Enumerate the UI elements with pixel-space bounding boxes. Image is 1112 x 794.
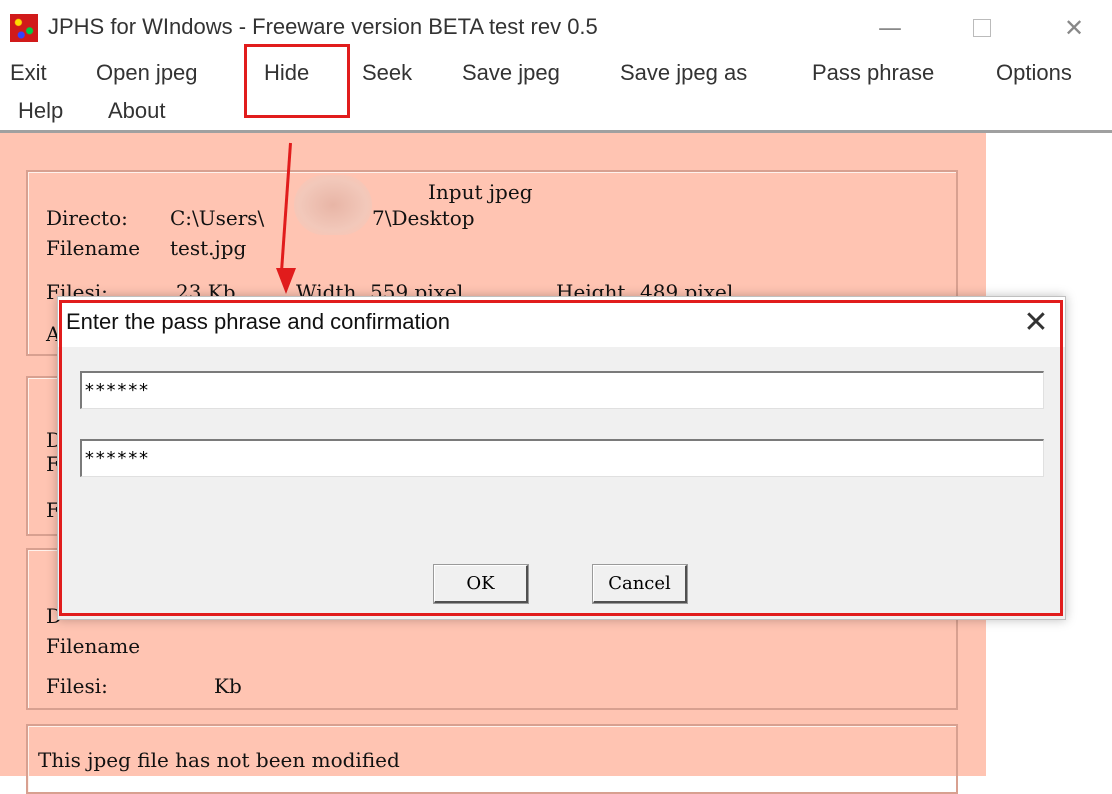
ok-button[interactable]: OK [434, 565, 528, 603]
close-button[interactable]: ✕ [1054, 10, 1094, 46]
menu-about[interactable]: About [108, 98, 166, 124]
redacted-username [294, 175, 372, 235]
menu-open-jpeg[interactable]: Open jpeg [96, 60, 198, 86]
window-title: JPHS for WIndows - Freeware version BETA… [48, 14, 598, 39]
output-filesize-label: Filesi: [46, 674, 108, 698]
directory-value-end: 7\Desktop [372, 206, 475, 230]
menu-seek[interactable]: Seek [362, 60, 412, 86]
filename-value: test.jpg [170, 236, 247, 260]
filename-label: Filename [46, 236, 141, 260]
maximize-button[interactable] [962, 10, 1002, 46]
menu-save-jpeg[interactable]: Save jpeg [462, 60, 560, 86]
status-text: This jpeg file has not been modified [38, 748, 400, 772]
directory-label: Directo: [46, 206, 128, 230]
confirmation-input[interactable] [80, 439, 1044, 477]
menu-exit[interactable]: Exit [10, 60, 47, 86]
minimize-button[interactable]: — [870, 10, 910, 46]
jphs-app-icon[interactable] [10, 14, 38, 42]
cancel-button[interactable]: Cancel [593, 565, 687, 603]
close-icon: ✕ [1023, 305, 1049, 340]
dialog-title: Enter the pass phrase and confirmation [66, 309, 451, 334]
close-icon: ✕ [1063, 14, 1085, 42]
menu-options[interactable]: Options [996, 60, 1072, 86]
output-filename-label: Filename [46, 634, 141, 658]
dialog-title-bar: Enter the pass phrase and confirmation ✕ [58, 297, 1065, 347]
directory-value-start: C:\Users\ [170, 206, 265, 230]
pass-phrase-dialog: Enter the pass phrase and confirmation ✕… [57, 296, 1066, 620]
pass-phrase-input[interactable] [80, 371, 1044, 409]
title-bar: JPHS for WIndows - Freeware version BETA… [0, 0, 1112, 58]
minimize-icon: — [878, 14, 902, 42]
menu-help[interactable]: Help [18, 98, 63, 124]
menu-save-jpeg-as[interactable]: Save jpeg as [620, 60, 747, 86]
dialog-close-button[interactable]: ✕ [1016, 303, 1056, 343]
output-filesize-unit: Kb [214, 674, 242, 698]
menu-bar: Exit Open jpeg Hide Seek Save jpeg Save … [0, 56, 1112, 133]
input-jpeg-heading: Input jpeg [428, 180, 533, 204]
menu-pass-phrase[interactable]: Pass phrase [812, 60, 934, 86]
hide-highlight-box [244, 44, 350, 118]
annotation-arrow-head [276, 268, 296, 294]
maximize-icon [973, 19, 991, 37]
